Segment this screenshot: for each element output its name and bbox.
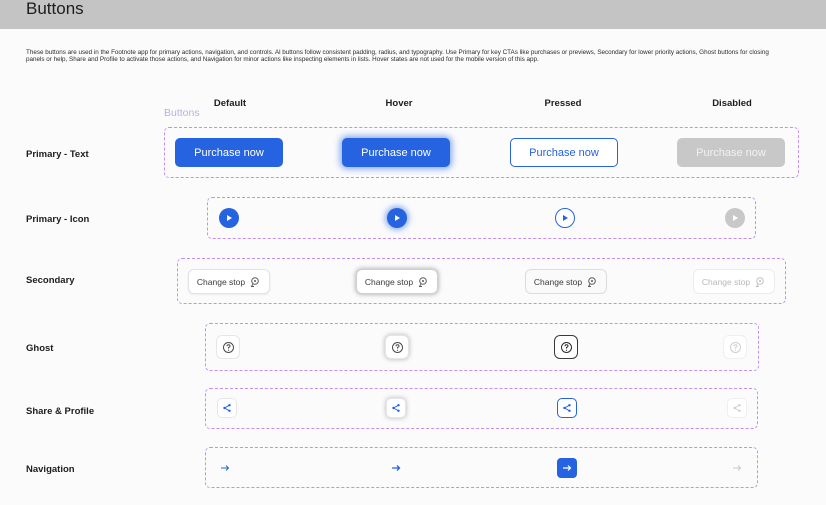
purchase-now-button-disabled[interactable]: Purchase now <box>677 138 785 167</box>
button-label: Purchase now <box>529 146 599 159</box>
help-circle-icon <box>222 341 235 354</box>
page-header: Buttons <box>0 0 826 29</box>
row-label-navigation: Navigation <box>26 464 75 475</box>
route-stop-icon <box>417 276 429 288</box>
play-icon <box>561 214 569 222</box>
play-icon <box>393 214 401 222</box>
play-button-default[interactable] <box>219 208 239 228</box>
route-stop-icon <box>586 276 598 288</box>
play-button-hover[interactable] <box>387 208 407 228</box>
column-header-pressed: Pressed <box>544 98 582 109</box>
button-label: Purchase now <box>361 146 431 159</box>
row-label-primary-icon: Primary - Icon <box>26 214 90 225</box>
change-stop-button-hover[interactable]: Change stop <box>356 269 438 294</box>
purchase-now-button-default[interactable]: Purchase now <box>175 138 283 167</box>
navigate-button-disabled[interactable] <box>727 458 747 478</box>
arrow-right-icon <box>732 464 742 472</box>
share-icon <box>562 403 572 413</box>
arrow-right-icon <box>391 464 401 472</box>
buttons-frame-caption: Buttons <box>164 107 200 119</box>
button-label: Change stop <box>533 276 583 287</box>
share-button-default[interactable] <box>217 398 237 418</box>
share-button-pressed[interactable] <box>557 398 577 418</box>
share-icon <box>732 403 742 413</box>
row-label-secondary: Secondary <box>26 275 75 286</box>
frame-ghost <box>205 323 759 371</box>
frame-navigation <box>205 447 758 488</box>
description-text: These buttons are used in the Footnote a… <box>26 49 769 64</box>
share-button-disabled[interactable] <box>727 398 747 418</box>
navigate-button-hover[interactable] <box>386 458 406 478</box>
purchase-now-button-pressed[interactable]: Purchase now <box>510 138 618 167</box>
help-button-hover[interactable] <box>385 335 409 359</box>
button-label: Change stop <box>364 276 414 287</box>
row-label-share-profile: Share & Profile <box>26 406 95 417</box>
help-circle-icon <box>560 341 573 354</box>
button-label: Change stop <box>701 276 751 287</box>
change-stop-button-default[interactable]: Change stop <box>188 269 270 294</box>
column-header-disabled: Disabled <box>712 98 752 109</box>
navigate-button-pressed[interactable] <box>557 458 577 478</box>
purchase-now-button-hover[interactable]: Purchase now <box>342 138 450 167</box>
navigate-button-default[interactable] <box>215 458 235 478</box>
share-button-hover[interactable] <box>386 398 406 418</box>
frame-primary-icon <box>207 197 756 239</box>
arrow-right-icon <box>220 464 230 472</box>
help-button-pressed[interactable] <box>554 335 578 359</box>
row-label-ghost: Ghost <box>26 343 54 354</box>
arrow-right-icon <box>562 464 572 472</box>
help-button-disabled[interactable] <box>723 335 747 359</box>
share-icon <box>222 403 232 413</box>
change-stop-button-pressed[interactable]: Change stop <box>525 269 607 294</box>
play-button-pressed[interactable] <box>555 208 575 228</box>
page-title: Buttons <box>26 0 84 18</box>
column-header-default: Default <box>213 98 247 109</box>
row-label-primary-text: Primary - Text <box>26 149 89 160</box>
play-icon <box>731 214 739 222</box>
button-label: Purchase now <box>696 146 766 159</box>
button-label: Purchase now <box>194 146 264 159</box>
help-circle-icon <box>391 341 404 354</box>
frame-share-profile <box>205 388 758 429</box>
column-header-hover: Hover <box>385 98 413 109</box>
button-label: Change stop <box>196 276 246 287</box>
help-button-default[interactable] <box>216 335 240 359</box>
change-stop-button-disabled[interactable]: Change stop <box>693 269 775 294</box>
share-icon <box>391 403 401 413</box>
help-circle-icon <box>729 341 742 354</box>
play-icon <box>225 214 233 222</box>
route-stop-icon <box>249 276 261 288</box>
play-button-disabled[interactable] <box>725 208 745 228</box>
route-stop-icon <box>754 276 766 288</box>
